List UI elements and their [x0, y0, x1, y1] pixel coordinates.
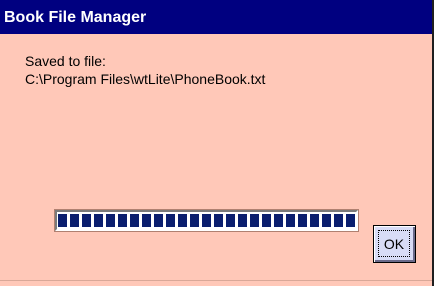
dialog-bottom-edge: [0, 280, 432, 286]
window-title: Book File Manager: [4, 9, 147, 26]
progress-fill: [58, 214, 355, 227]
progress-bar: [55, 210, 358, 231]
saved-file-path: C:\Program Files\wtLite\PhoneBook.txt: [25, 71, 266, 87]
ok-button[interactable]: OK: [373, 225, 416, 263]
title-bar[interactable]: Book File Manager: [0, 0, 432, 34]
progress-track: [58, 214, 355, 227]
ok-button-label: OK: [378, 230, 410, 257]
book-file-manager-dialog: Book File Manager Saved to file: C:\Prog…: [0, 0, 434, 286]
saved-message-label: Saved to file:: [25, 53, 106, 69]
